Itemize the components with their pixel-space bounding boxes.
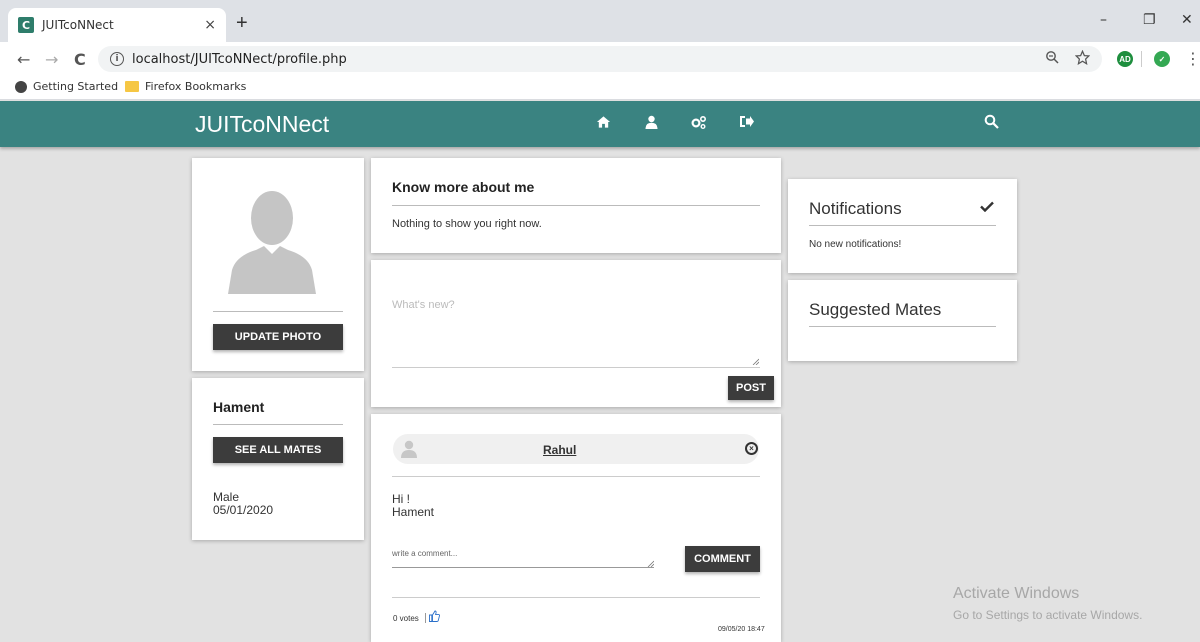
- favicon-icon: C: [18, 17, 34, 33]
- post-content-line2: Hament: [392, 505, 435, 519]
- about-card: Know more about me Nothing to show you r…: [371, 158, 781, 253]
- checkmark-icon[interactable]: [980, 201, 994, 212]
- post-header: Rahul ×: [393, 434, 759, 464]
- divider: [392, 205, 760, 206]
- comment-button[interactable]: COMMENT: [685, 546, 760, 572]
- profile-dob: 05/01/2020: [213, 503, 274, 517]
- default-avatar-icon: [228, 191, 316, 294]
- folder-icon: [125, 81, 139, 92]
- profile-info-card: Hament SEE ALL MATES Male 05/01/2020: [192, 378, 364, 540]
- profile-gender: Male: [213, 490, 240, 504]
- divider: [213, 311, 343, 312]
- post-button[interactable]: POST: [728, 376, 774, 400]
- shield-check-icon[interactable]: ✓: [1154, 51, 1170, 67]
- activate-windows-title: Activate Windows: [953, 585, 1080, 602]
- bookmark-label: Getting Started: [33, 80, 119, 93]
- cogs-icon[interactable]: [691, 115, 707, 129]
- comment-input[interactable]: write a comment...: [392, 546, 654, 568]
- notifications-body: No new notifications!: [809, 239, 902, 250]
- profile-photo-card: UPDATE PHOTO: [192, 158, 364, 371]
- url-text: localhost/JUITcoNNect/profile.php: [132, 51, 347, 67]
- status-placeholder: What's new?: [392, 299, 455, 311]
- about-title: Know more about me: [392, 179, 535, 195]
- minimize-button[interactable]: –: [1100, 12, 1107, 28]
- divider: [392, 476, 760, 477]
- bookmark-label: Firefox Bookmarks: [145, 80, 247, 93]
- user-icon[interactable]: [645, 115, 658, 129]
- bookmark-getting-started[interactable]: Getting Started: [15, 80, 118, 93]
- browser-tab-bar: C JUITcoNNect × + – ❐ ✕: [0, 0, 1200, 42]
- star-icon[interactable]: [1075, 50, 1090, 65]
- composer-card: What's new? POST: [371, 260, 781, 407]
- search-icon[interactable]: [984, 114, 999, 129]
- divider: [213, 424, 343, 425]
- see-all-mates-button[interactable]: SEE ALL MATES: [213, 437, 343, 463]
- suggested-mates-card: Suggested Mates: [788, 280, 1017, 361]
- tab-title: JUITcoNNect: [42, 18, 114, 32]
- post-content-line1: Hi !: [392, 492, 410, 506]
- post-author-avatar-icon: [401, 440, 417, 458]
- thumbs-up-icon[interactable]: [429, 610, 440, 622]
- about-body: Nothing to show you right now.: [392, 218, 542, 230]
- adblock-extension-icon[interactable]: AD: [1117, 51, 1133, 67]
- vote-separator: [425, 613, 426, 623]
- delete-post-icon[interactable]: ×: [745, 442, 758, 455]
- activate-windows-subtitle: Go to Settings to activate Windows.: [953, 608, 1143, 622]
- status-textarea[interactable]: What's new?: [392, 294, 760, 368]
- close-window-button[interactable]: ✕: [1181, 12, 1193, 28]
- profile-name: Hament: [213, 399, 265, 415]
- reload-button[interactable]: C: [74, 50, 86, 69]
- divider: [809, 326, 996, 327]
- bookmark-firefox[interactable]: Firefox Bookmarks: [125, 80, 246, 93]
- sign-out-icon[interactable]: [739, 115, 754, 128]
- update-photo-button[interactable]: UPDATE PHOTO: [213, 324, 343, 350]
- post-timestamp: 09/05/20 18:47: [718, 626, 765, 633]
- post-author-link[interactable]: Rahul: [543, 443, 576, 457]
- vote-count: 0 votes: [393, 614, 419, 623]
- tab-close-icon[interactable]: ×: [204, 17, 216, 33]
- brand-title[interactable]: JUITcoNNect: [195, 111, 329, 138]
- divider: [809, 225, 996, 226]
- resize-grip-icon[interactable]: [647, 560, 654, 567]
- menu-kebab-icon[interactable]: ⋮: [1185, 49, 1200, 68]
- address-bar-row: ← → C i localhost/JUITcoNNect/profile.ph…: [0, 42, 1200, 76]
- notifications-card: Notifications No new notifications!: [788, 179, 1017, 273]
- globe-icon: [15, 80, 27, 93]
- browser-tab[interactable]: C JUITcoNNect ×: [8, 8, 226, 42]
- divider: [392, 597, 760, 598]
- restore-button[interactable]: ❐: [1143, 12, 1156, 28]
- forward-button[interactable]: →: [45, 50, 58, 69]
- comment-placeholder: write a comment...: [392, 549, 458, 558]
- home-icon[interactable]: [596, 115, 611, 129]
- bookmarks-bar: Getting Started Firefox Bookmarks: [0, 76, 1200, 100]
- url-bar[interactable]: i localhost/JUITcoNNect/profile.php: [98, 46, 1102, 72]
- suggested-mates-title: Suggested Mates: [809, 300, 942, 319]
- info-icon[interactable]: i: [110, 52, 124, 66]
- post-card: Rahul × Hi ! Hament write a comment... C…: [371, 414, 781, 642]
- app-navbar: JUITcoNNect: [0, 101, 1200, 147]
- new-tab-button[interactable]: +: [236, 13, 248, 33]
- notifications-title: Notifications: [809, 199, 902, 218]
- back-button[interactable]: ←: [17, 50, 30, 69]
- zoom-icon[interactable]: [1045, 50, 1059, 64]
- resize-grip-icon[interactable]: [752, 358, 759, 365]
- toolbar-separator: [1141, 51, 1142, 67]
- divider: [392, 367, 760, 368]
